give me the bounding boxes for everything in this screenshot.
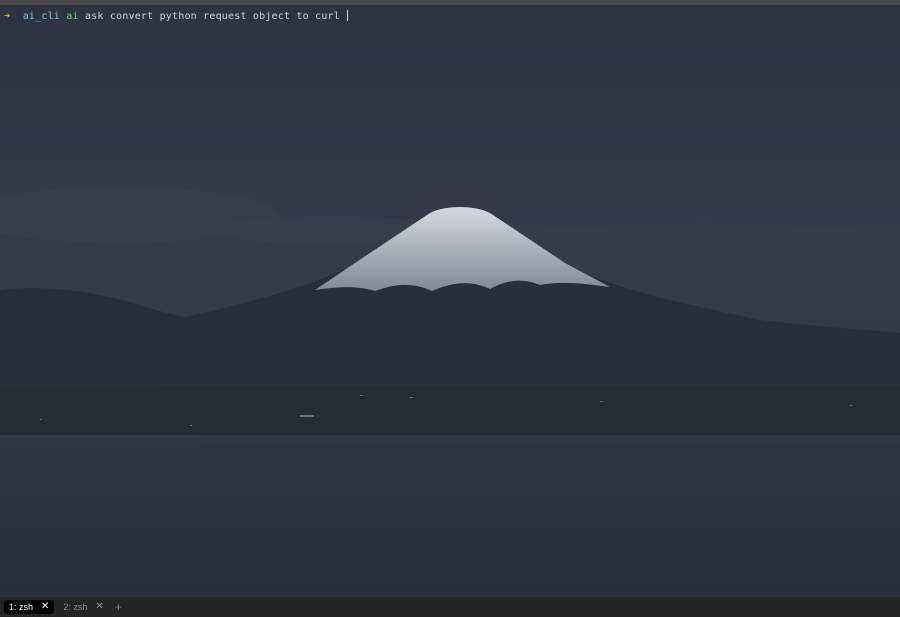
current-directory: ai_cli — [22, 11, 61, 22]
tab-label: 2: zsh — [63, 602, 88, 612]
terminal-pane[interactable]: ➜ ai_cli ai ask convert python request o… — [0, 5, 900, 597]
terminal-window: ➜ ai_cli ai ask convert python request o… — [0, 0, 900, 617]
tab-label: 1: zsh — [9, 602, 34, 612]
tab-bar: 1: zsh ✕ 2: zsh ✕ + — [0, 597, 900, 617]
command-name: ai — [66, 11, 79, 22]
text-cursor — [347, 10, 349, 21]
window-top-strip — [0, 0, 900, 5]
close-icon[interactable]: ✕ — [95, 602, 103, 612]
tab-1-zsh[interactable]: 1: zsh ✕ — [4, 600, 55, 614]
close-icon[interactable]: ✕ — [41, 602, 49, 612]
command-prompt-line[interactable]: ➜ ai_cli ai ask convert python request o… — [4, 10, 349, 23]
new-tab-button[interactable]: + — [115, 601, 122, 613]
tab-2-zsh[interactable]: 2: zsh ✕ — [58, 600, 108, 614]
prompt-arrow-icon: ➜ — [4, 11, 11, 22]
command-arguments: ask convert python request object to cur… — [84, 11, 340, 22]
